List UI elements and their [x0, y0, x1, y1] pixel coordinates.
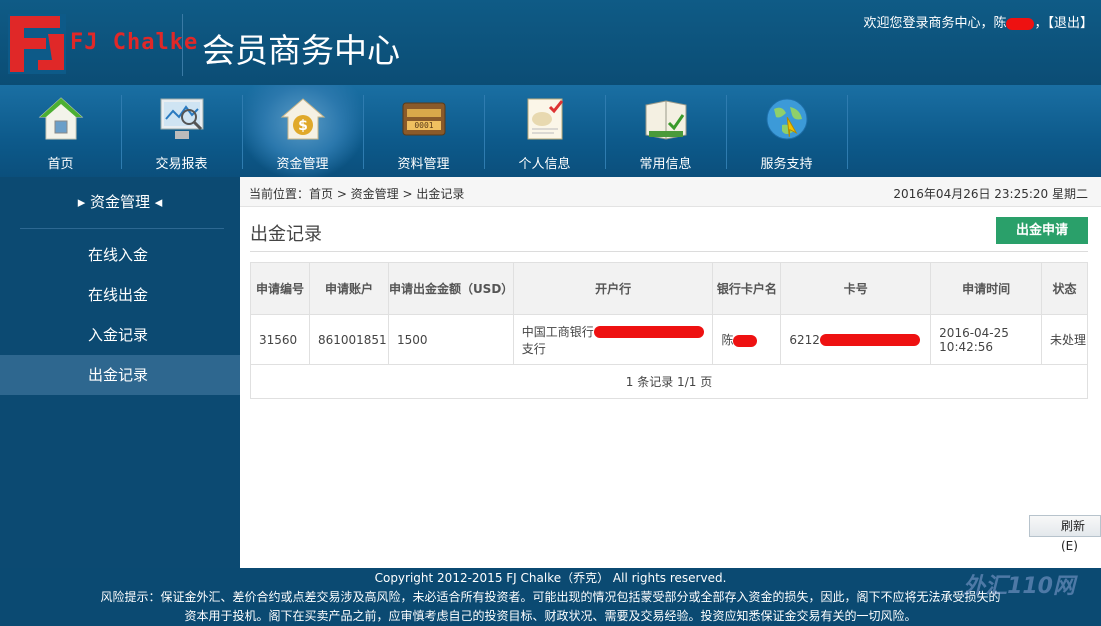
globe-icon — [766, 98, 808, 140]
column-header: 银行卡户名 — [712, 262, 782, 315]
cell-apply-time: 2016-04-25 10:42:56 — [930, 314, 1043, 365]
nav-item-service[interactable]: 服务支持 — [726, 85, 847, 177]
sidebar-item-withdraw-records[interactable]: 出金记录 — [0, 355, 240, 395]
welcome-separator: ， — [1034, 16, 1048, 31]
welcome-prefix: 欢迎您登录商务中心，陈 — [863, 16, 1007, 31]
withdraw-records-table: 申请编号 申请账户 申请出金金额（USD） 开户行 银行卡户名 卡号 申请时间 … — [250, 262, 1088, 399]
sidebar: ▸ 资金管理 ◂ 在线入金 在线出金 入金记录 出金记录 — [0, 177, 240, 568]
table-header-row: 申请编号 申请账户 申请出金金额（USD） 开户行 银行卡户名 卡号 申请时间 … — [250, 262, 1088, 315]
logo-text: FJ Chalke — [70, 30, 199, 55]
profile-document-icon — [527, 98, 564, 140]
svg-text:$: $ — [298, 118, 308, 134]
card-icon: 0001 — [402, 102, 446, 136]
sidebar-item-online-withdraw[interactable]: 在线出金 — [0, 275, 240, 315]
breadcrumb-bar: 当前位置：首页 > 资金管理 > 出金记录 2016年04月26日 23:25:… — [240, 177, 1101, 207]
cell-card-number: 6212 — [780, 314, 932, 365]
redacted-bank-branch — [593, 326, 704, 338]
nav-item-funds[interactable]: $ 资金管理 — [242, 85, 363, 177]
nav-label: 首页 — [47, 157, 74, 172]
fj-chalke-logo-icon — [8, 14, 66, 74]
cell-bank: 中国工商银行 支行 — [512, 314, 714, 365]
card-holder-name: 陈 — [721, 333, 734, 347]
risk-warning-line-2: 资本用于投机。阁下在买卖产品之前，应审慎考虑自己的投资目标、财政状况、需要及交易… — [184, 609, 917, 623]
main-content: 当前位置：首页 > 资金管理 > 出金记录 2016年04月26日 23:25:… — [240, 177, 1101, 568]
welcome-text: 欢迎您登录商务中心，陈 ，【退出】 — [863, 12, 1093, 31]
redacted-holder — [733, 334, 758, 347]
copyright-text: Copyright 2012-2015 FJ Chalke（乔克） All ri… — [374, 571, 727, 585]
nav-item-common-info[interactable]: 常用信息 — [605, 85, 726, 177]
sidebar-divider — [20, 228, 224, 229]
table-row: 31560 861001851 1500 中国工商银行 支行 陈 6212 20… — [250, 314, 1088, 365]
report-monitor-icon — [160, 98, 204, 139]
cell-status: 未处理 — [1041, 314, 1088, 365]
redacted-card-number — [819, 334, 920, 346]
column-header: 申请时间 — [930, 262, 1043, 315]
breadcrumb: 当前位置：首页 > 资金管理 > 出金记录 — [249, 187, 465, 201]
column-header: 申请编号 — [250, 262, 310, 315]
refresh-button[interactable]: 刷新(E) — [1029, 515, 1101, 553]
logout-link[interactable]: 【退出】 — [1047, 16, 1093, 31]
cell-amount: 1500 — [387, 314, 514, 365]
pagination-row: 1 条记录 1/1 页 — [250, 364, 1088, 399]
nav-label: 服务支持 — [760, 157, 813, 172]
withdraw-apply-button[interactable]: 出金申请 — [996, 217, 1088, 244]
logo-divider — [182, 14, 183, 76]
column-header: 卡号 — [780, 262, 932, 315]
column-header: 申请账户 — [308, 262, 389, 315]
pagination-info: 1 条记录 1/1 页 — [250, 364, 1088, 399]
nav-label: 常用信息 — [639, 157, 692, 172]
sidebar-item-deposit-records[interactable]: 入金记录 — [0, 315, 240, 355]
nav-item-trade-report[interactable]: 交易报表 — [121, 85, 242, 177]
sidebar-heading: ▸ 资金管理 ◂ — [77, 193, 163, 211]
watermark: 外汇110网 — [963, 574, 1075, 599]
card-number-prefix: 6212 — [789, 332, 820, 347]
svg-text:0001: 0001 — [414, 121, 433, 130]
risk-warning-line-1: 风险提示：保证金外汇、差价合约或点差交易涉及高风险，未必适合所有投资者。可能出现… — [100, 590, 1001, 604]
home-icon — [38, 97, 84, 140]
page-title: 出金记录 — [250, 224, 322, 245]
money-bag-icon: $ — [280, 98, 326, 140]
nav-item-home[interactable]: 首页 — [0, 85, 121, 177]
current-datetime: 2016年04月26日 23:25:20 星期二 — [893, 187, 1088, 201]
sidebar-item-online-deposit[interactable]: 在线入金 — [0, 235, 240, 275]
bank-name: 中国工商银行 — [521, 324, 594, 339]
column-header: 申请出金金额（USD） — [387, 262, 514, 315]
column-header: 状态 — [1041, 262, 1088, 315]
nav-item-data[interactable]: 0001 资料管理 — [363, 85, 484, 177]
cell-card-holder: 陈 — [712, 314, 782, 365]
header: FJ Chalke 会员商务中心 欢迎您登录商务中心，陈 ，【退出】 — [0, 0, 1101, 85]
cell-account: 861001851 — [308, 314, 389, 365]
bank-branch-suffix: 支行 — [521, 341, 546, 356]
nav-label: 资料管理 — [397, 157, 450, 172]
main-nav: 首页 交易报表 $ 资金管理 0001 资料管理 个人信息 常用信息 服务支持 — [0, 85, 1101, 177]
nav-item-profile[interactable]: 个人信息 — [484, 85, 605, 177]
nav-label: 交易报表 — [155, 157, 208, 172]
column-header: 开户行 — [512, 262, 714, 315]
book-check-icon — [645, 100, 687, 140]
footer: Copyright 2012-2015 FJ Chalke（乔克） All ri… — [0, 568, 1101, 626]
nav-label: 个人信息 — [518, 157, 571, 172]
site-title: 会员商务中心 — [202, 31, 400, 70]
nav-divider — [847, 95, 848, 169]
cell-application-id: 31560 — [250, 314, 310, 365]
nav-label: 资金管理 — [276, 157, 329, 172]
redacted-name — [1006, 17, 1035, 30]
title-divider — [250, 251, 1088, 252]
